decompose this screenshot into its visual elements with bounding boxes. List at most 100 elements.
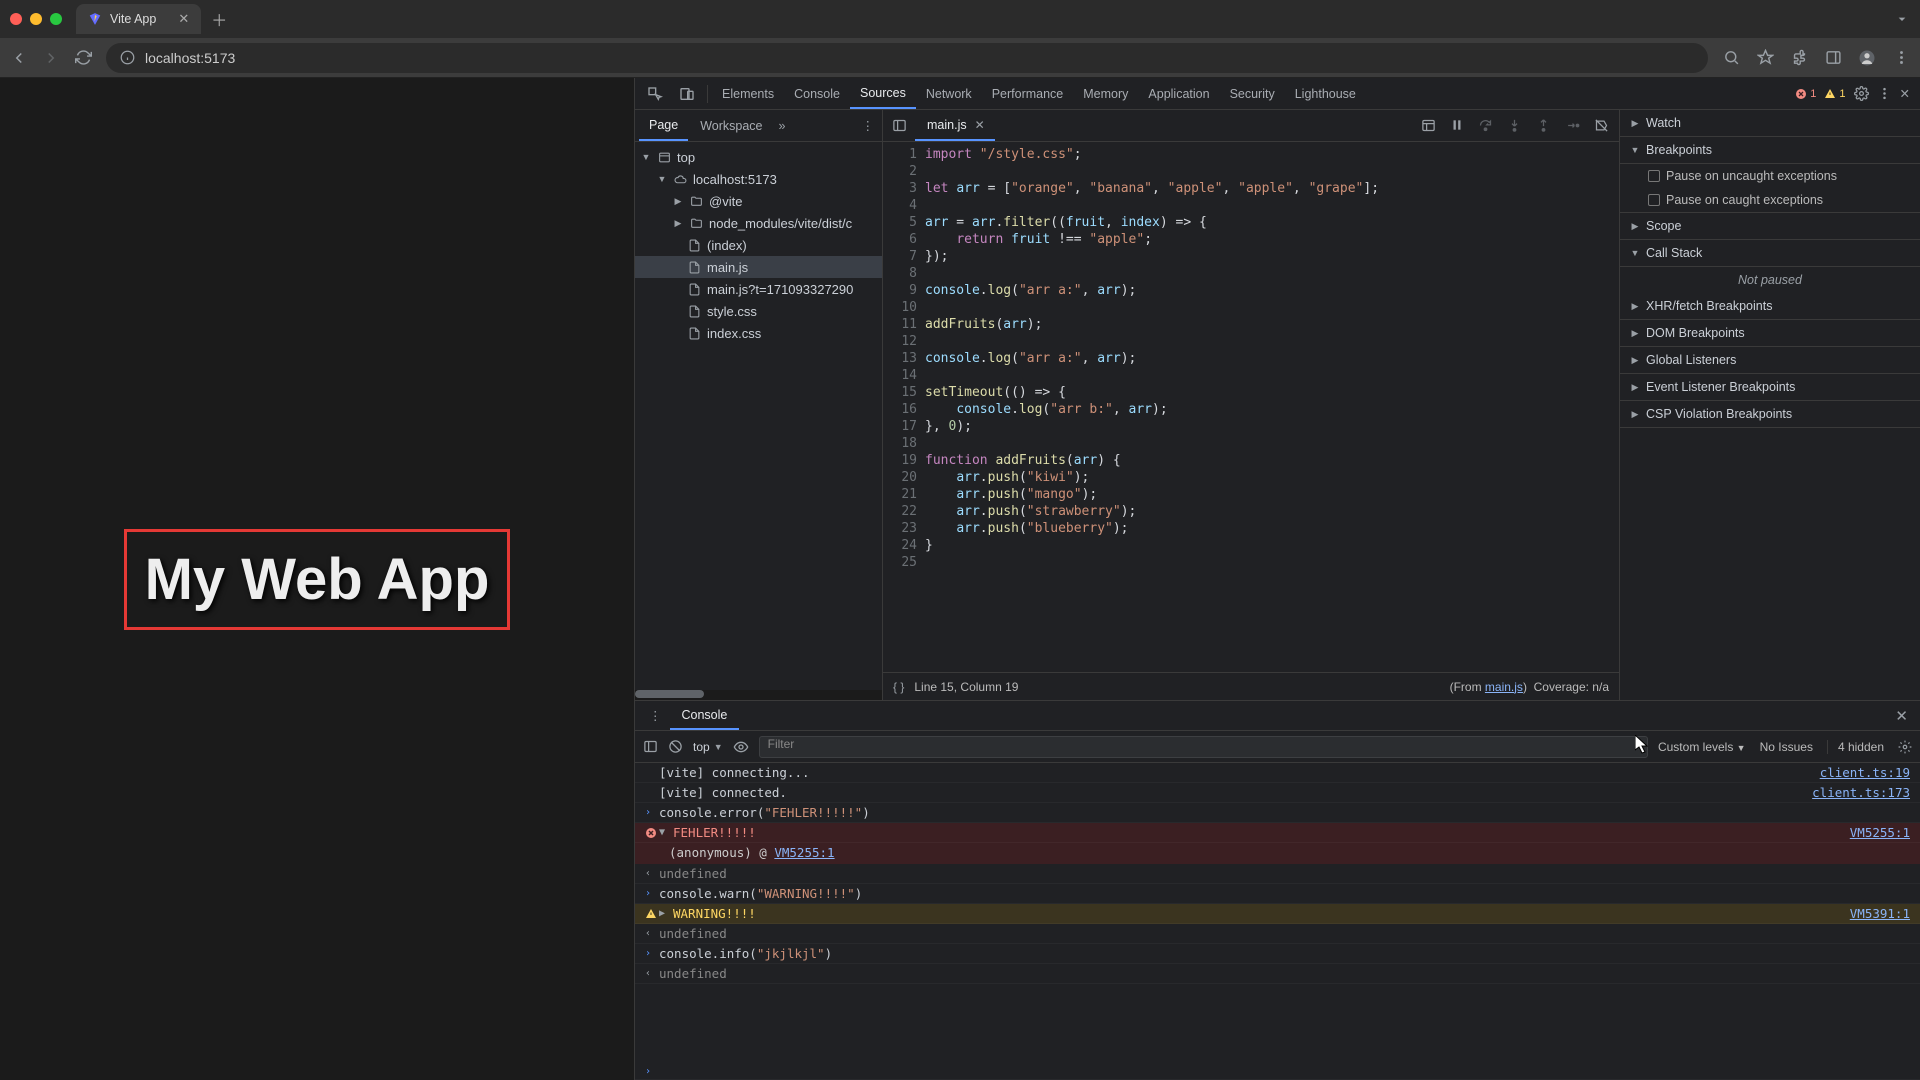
tree-folder[interactable]: ▶node_modules/vite/dist/c bbox=[635, 212, 882, 234]
devtools-tab-sources[interactable]: Sources bbox=[850, 78, 916, 109]
input-row: ›console.warn("WARNING!!!!") bbox=[635, 884, 1920, 904]
step-over-icon[interactable] bbox=[1478, 118, 1493, 133]
csp-breakpoints-section[interactable]: ▶CSP Violation Breakpoints bbox=[1620, 401, 1920, 428]
levels-dropdown[interactable]: Custom levels ▼ bbox=[1658, 740, 1746, 754]
nav-menu-icon[interactable]: ⋮ bbox=[854, 118, 883, 133]
devtools-tab-lighthouse[interactable]: Lighthouse bbox=[1285, 78, 1366, 109]
source-link[interactable]: client.ts:173 bbox=[1802, 785, 1910, 800]
source-link[interactable]: client.ts:19 bbox=[1810, 765, 1910, 780]
window-maximize[interactable] bbox=[50, 13, 62, 25]
devtools-close-icon[interactable]: ✕ bbox=[1900, 86, 1910, 101]
result-row: ‹undefined bbox=[635, 964, 1920, 984]
cloud-icon bbox=[673, 172, 687, 186]
tree-file[interactable]: main.js bbox=[635, 256, 882, 278]
pause-icon[interactable] bbox=[1450, 118, 1464, 133]
error-badge[interactable]: 1 bbox=[1795, 88, 1816, 100]
tree-file[interactable]: (index) bbox=[635, 234, 882, 256]
checkbox-icon[interactable] bbox=[1648, 194, 1660, 206]
url-input[interactable]: localhost:5173 bbox=[106, 43, 1708, 73]
devtools-more-icon[interactable] bbox=[1877, 86, 1892, 101]
step-into-icon[interactable] bbox=[1507, 118, 1522, 133]
pretty-print-icon[interactable]: { } bbox=[893, 680, 904, 694]
tree-file[interactable]: index.css bbox=[635, 322, 882, 344]
nav-tab-workspace[interactable]: Workspace bbox=[690, 110, 772, 141]
side-panel-icon[interactable] bbox=[1824, 49, 1842, 67]
source-link[interactable]: VM5391:1 bbox=[1840, 906, 1910, 921]
event-listener-section[interactable]: ▶Event Listener Breakpoints bbox=[1620, 374, 1920, 401]
inspect-element-icon[interactable] bbox=[639, 86, 671, 102]
breakpoints-section[interactable]: ▼Breakpoints bbox=[1620, 137, 1920, 164]
console-tab[interactable]: Console bbox=[670, 701, 740, 730]
window-close[interactable] bbox=[10, 13, 22, 25]
console-menu-icon[interactable]: ⋮ bbox=[641, 708, 670, 723]
step-icon[interactable] bbox=[1565, 118, 1580, 133]
devtools-tab-console[interactable]: Console bbox=[784, 78, 850, 109]
filter-input[interactable]: Filter bbox=[759, 736, 1648, 758]
console-close-icon[interactable]: ✕ bbox=[1889, 707, 1914, 725]
tab-overflow-icon[interactable] bbox=[1894, 11, 1910, 27]
deactivate-breakpoints-icon[interactable] bbox=[1594, 118, 1609, 133]
checkbox-icon[interactable] bbox=[1648, 170, 1660, 182]
nav-more-icon[interactable]: » bbox=[779, 119, 786, 133]
source-link[interactable]: VM5255:1 bbox=[774, 845, 834, 860]
tab-close-icon[interactable]: ✕ bbox=[178, 11, 189, 27]
watch-section[interactable]: ▶Watch bbox=[1620, 110, 1920, 137]
tree-top[interactable]: ▼top bbox=[635, 146, 882, 168]
tree-file[interactable]: main.js?t=171093327290 bbox=[635, 278, 882, 300]
dom-breakpoints-section[interactable]: ▶DOM Breakpoints bbox=[1620, 320, 1920, 347]
folder-icon bbox=[689, 194, 703, 208]
search-icon[interactable] bbox=[1722, 49, 1740, 67]
device-toolbar-icon[interactable] bbox=[671, 86, 703, 102]
editor-tab[interactable]: main.js✕ bbox=[915, 110, 995, 141]
tree-host[interactable]: ▼localhost:5173 bbox=[635, 168, 882, 190]
devtools-tab-network[interactable]: Network bbox=[916, 78, 982, 109]
global-listeners-section[interactable]: ▶Global Listeners bbox=[1620, 347, 1920, 374]
editor-tab-close-icon[interactable]: ✕ bbox=[975, 118, 985, 132]
console-sidebar-toggle-icon[interactable] bbox=[643, 739, 658, 754]
source-link[interactable]: VM5255:1 bbox=[1840, 825, 1910, 840]
devtools-tab-application[interactable]: Application bbox=[1138, 78, 1219, 109]
nav-scrollbar[interactable] bbox=[635, 690, 882, 700]
pause-caught-checkbox[interactable]: Pause on caught exceptions bbox=[1620, 188, 1920, 213]
file-tree: ▼top ▼localhost:5173 ▶@vite ▶node_module… bbox=[635, 142, 882, 690]
devtools-tab-memory[interactable]: Memory bbox=[1073, 78, 1138, 109]
toggle-navigator-icon[interactable] bbox=[883, 118, 915, 133]
input-row: ›console.info("jkjlkjl") bbox=[635, 944, 1920, 964]
file-icon bbox=[687, 282, 701, 296]
window-minimize[interactable] bbox=[30, 13, 42, 25]
profile-icon[interactable] bbox=[1858, 49, 1876, 67]
extensions-icon[interactable] bbox=[1790, 49, 1808, 67]
tree-folder[interactable]: ▶@vite bbox=[635, 190, 882, 212]
page-viewport: My Web App bbox=[0, 78, 634, 1080]
console-settings-icon[interactable] bbox=[1898, 740, 1912, 754]
devtools-tab-performance[interactable]: Performance bbox=[982, 78, 1074, 109]
bookmark-icon[interactable] bbox=[1756, 49, 1774, 67]
nav-tab-page[interactable]: Page bbox=[639, 110, 688, 141]
clear-console-icon[interactable] bbox=[668, 739, 683, 754]
tree-file[interactable]: style.css bbox=[635, 300, 882, 322]
scope-section[interactable]: ▶Scope bbox=[1620, 213, 1920, 240]
warning-badge[interactable]: 1 bbox=[1824, 88, 1845, 100]
forward-button[interactable] bbox=[42, 49, 60, 67]
console-prompt[interactable]: › bbox=[635, 1062, 1920, 1080]
overview-icon[interactable] bbox=[1421, 118, 1436, 133]
step-out-icon[interactable] bbox=[1536, 118, 1551, 133]
devtools-tab-security[interactable]: Security bbox=[1220, 78, 1285, 109]
devtools-settings-icon[interactable] bbox=[1854, 86, 1869, 101]
menu-icon[interactable] bbox=[1892, 49, 1910, 67]
pause-uncaught-checkbox[interactable]: Pause on uncaught exceptions bbox=[1620, 164, 1920, 188]
devtools-tab-elements[interactable]: Elements bbox=[712, 78, 784, 109]
browser-tab[interactable]: Vite App ✕ bbox=[76, 4, 201, 34]
callstack-section[interactable]: ▼Call Stack bbox=[1620, 240, 1920, 267]
code-editor[interactable]: 1234567891011121314151617181920212223242… bbox=[883, 142, 1619, 672]
xhr-breakpoints-section[interactable]: ▶XHR/fetch Breakpoints bbox=[1620, 293, 1920, 320]
hidden-count[interactable]: 4 hidden bbox=[1827, 740, 1884, 754]
back-button[interactable] bbox=[10, 49, 28, 67]
live-expression-icon[interactable] bbox=[733, 739, 749, 755]
source-link[interactable]: main.js bbox=[1485, 680, 1523, 694]
site-info-icon[interactable] bbox=[120, 50, 135, 65]
context-selector[interactable]: top▼ bbox=[693, 740, 723, 754]
reload-button[interactable] bbox=[74, 49, 92, 67]
issues-link[interactable]: No Issues bbox=[1760, 740, 1813, 754]
new-tab-button[interactable]: ＋ bbox=[211, 7, 227, 31]
